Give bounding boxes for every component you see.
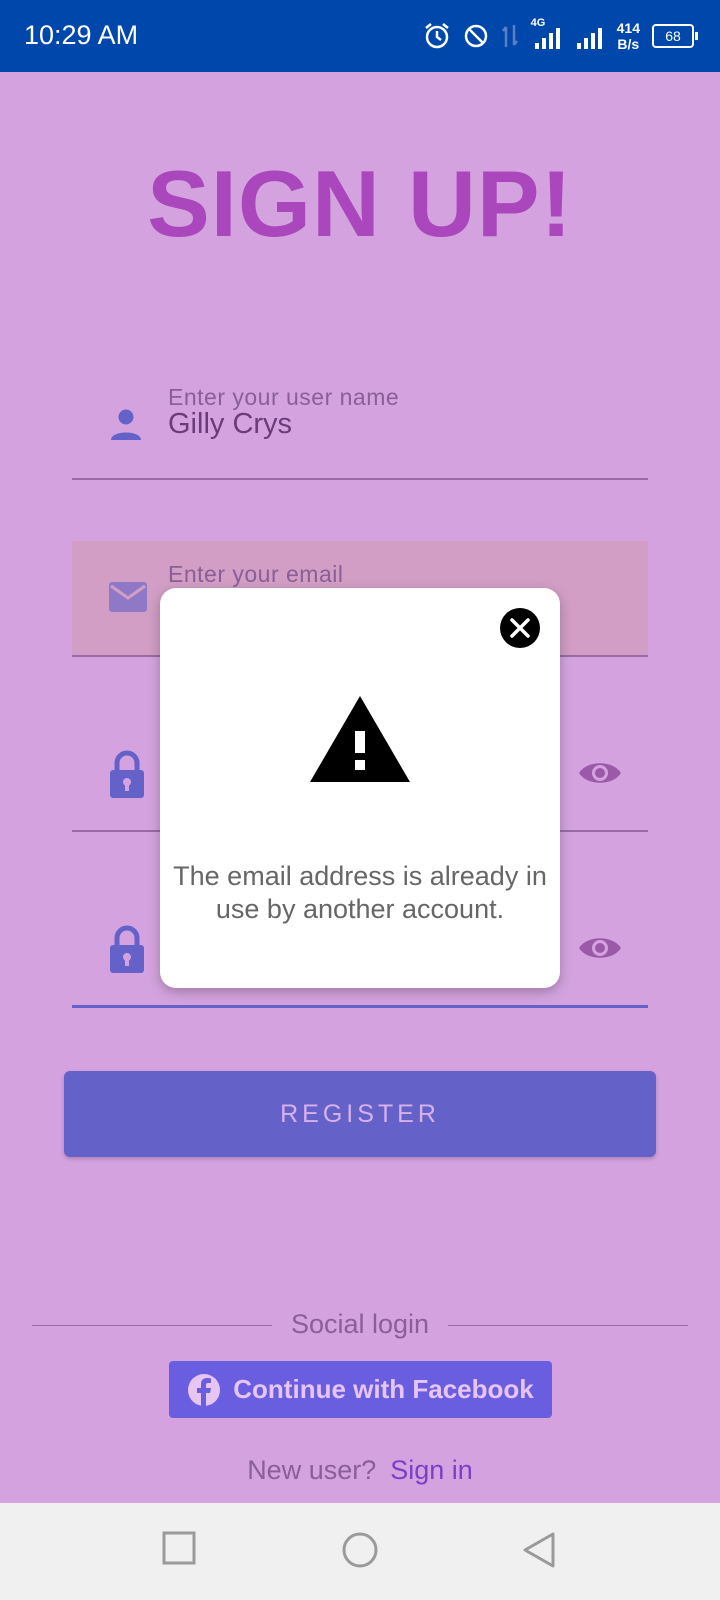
warning-icon — [310, 696, 410, 782]
username-value[interactable]: Gilly Crys — [168, 408, 292, 441]
visibility-toggle-icon[interactable] — [577, 758, 623, 788]
username-label: Enter your user name — [168, 384, 400, 410]
page-title: SIGN UP! — [147, 151, 573, 256]
person-icon — [111, 409, 141, 440]
close-icon — [510, 618, 530, 638]
username-field[interactable]: Enter your user name Gilly Crys — [72, 380, 648, 480]
lock-icon — [110, 925, 144, 973]
home-icon[interactable] — [341, 1531, 379, 1569]
sign-in-link[interactable]: Sign in — [390, 1455, 473, 1485]
network-speed: 414 B/s — [617, 20, 640, 52]
battery-level: 68 — [665, 28, 681, 44]
username-underline — [72, 478, 648, 480]
email-label: Enter your email — [168, 561, 344, 587]
back-icon[interactable] — [522, 1531, 556, 1569]
alarm-icon — [424, 23, 449, 49]
register-button[interactable]: REGISTER — [64, 1071, 656, 1157]
facebook-icon — [188, 1373, 221, 1406]
error-message: The email address is already in use by a… — [173, 861, 547, 924]
data-transfer-icon — [501, 25, 518, 47]
speed-unit: B/s — [617, 36, 640, 52]
new-user-text: New user? — [247, 1455, 377, 1485]
status-bar: 10:29 AM 4G 414 B/s 68 — [0, 0, 720, 72]
recent-apps-icon[interactable] — [162, 1531, 196, 1565]
signal-icon — [576, 28, 602, 49]
navigation-bar — [0, 1503, 720, 1600]
error-dialog: The email address is already in use by a… — [160, 588, 560, 988]
do-not-disturb-icon — [464, 24, 487, 48]
footer-prompt: New user? Sign in — [0, 1455, 720, 1486]
confirm-password-underline — [72, 1005, 648, 1008]
speed-value: 414 — [616, 20, 640, 36]
lock-icon — [110, 750, 144, 798]
close-button[interactable] — [500, 608, 540, 648]
status-icons: 4G 414 B/s 68 — [423, 16, 698, 56]
visibility-toggle-icon[interactable] — [577, 933, 623, 963]
social-divider-right — [448, 1325, 688, 1326]
mail-icon — [109, 582, 147, 612]
facebook-login-button[interactable]: Continue with Facebook — [169, 1361, 552, 1418]
battery-icon: 68 — [652, 24, 698, 48]
signal-4g-icon: 4G — [531, 17, 563, 51]
status-time: 10:29 AM — [24, 20, 139, 50]
facebook-button-label: Continue with Facebook — [233, 1374, 534, 1404]
